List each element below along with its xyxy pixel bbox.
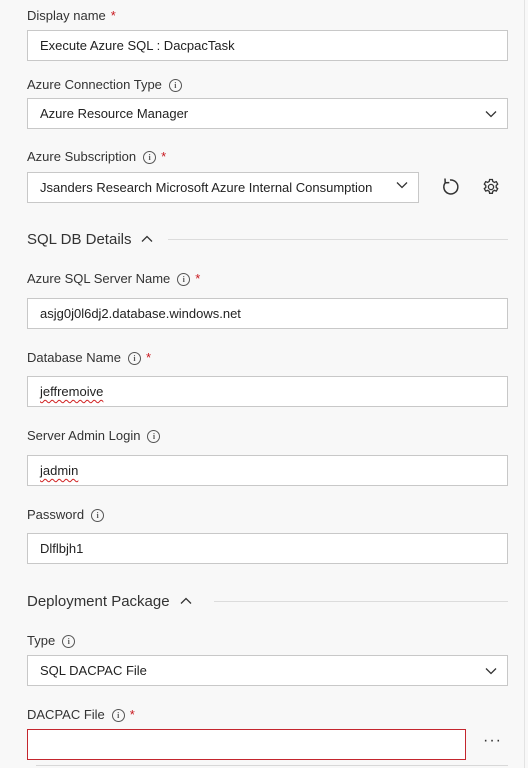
- required-marker: *: [110, 8, 116, 23]
- admin-login-input[interactable]: jadmin: [27, 455, 508, 486]
- section-divider: [214, 601, 508, 602]
- subscription-value: Jsanders Research Microsoft Azure Intern…: [40, 180, 373, 195]
- task-settings-panel: Display name * Execute Azure SQL : Dacpa…: [0, 0, 525, 768]
- refresh-icon[interactable]: [439, 176, 461, 198]
- deployment-package-header[interactable]: Deployment Package: [27, 590, 192, 612]
- browse-button[interactable]: ···: [483, 732, 502, 750]
- info-icon[interactable]: i: [147, 429, 161, 443]
- display-name-value: Execute Azure SQL : DacpacTask: [40, 38, 235, 53]
- server-name-label-text: Azure SQL Server Name: [27, 271, 171, 286]
- info-icon[interactable]: i: [177, 272, 191, 286]
- info-icon[interactable]: i: [127, 351, 141, 365]
- dacpac-file-label: DACPAC File i *: [27, 706, 135, 724]
- subscription-select[interactable]: Jsanders Research Microsoft Azure Intern…: [27, 172, 419, 203]
- subscription-label: Azure Subscription i *: [27, 148, 166, 166]
- display-name-label: Display name *: [27, 7, 116, 25]
- section-divider: [168, 239, 508, 240]
- required-marker: *: [129, 707, 135, 722]
- admin-login-label-text: Server Admin Login: [27, 428, 141, 443]
- database-name-value: jeffremoive: [40, 384, 104, 399]
- display-name-input[interactable]: Execute Azure SQL : DacpacTask: [27, 30, 508, 61]
- gear-icon[interactable]: [481, 177, 501, 197]
- required-marker: *: [161, 149, 167, 164]
- type-select[interactable]: SQL DACPAC File: [27, 655, 508, 686]
- info-icon[interactable]: i: [168, 78, 182, 92]
- connection-type-label: Azure Connection Type i: [27, 76, 182, 94]
- connection-type-select[interactable]: Azure Resource Manager: [27, 98, 508, 129]
- required-marker: *: [195, 271, 201, 286]
- dacpac-file-input[interactable]: [27, 729, 466, 760]
- required-marker: *: [145, 350, 152, 365]
- chevron-up-icon: [180, 597, 192, 604]
- subscription-label-text: Azure Subscription: [27, 149, 137, 164]
- chevron-down-icon: [396, 182, 408, 189]
- bottom-divider: [36, 765, 508, 766]
- chevron-down-icon: [485, 668, 497, 675]
- password-value: Dlflbjh1: [40, 541, 84, 556]
- sql-db-details-title: SQL DB Details: [27, 230, 132, 248]
- info-icon[interactable]: i: [111, 708, 125, 722]
- info-icon[interactable]: i: [91, 508, 105, 522]
- database-name-input[interactable]: jeffremoive: [27, 376, 508, 407]
- database-name-label: Database Name i *: [27, 349, 151, 367]
- chevron-down-icon: [485, 111, 497, 118]
- display-name-label-text: Display name: [27, 8, 106, 23]
- connection-type-value: Azure Resource Manager: [40, 106, 189, 121]
- password-label-text: Password: [27, 507, 85, 522]
- type-label-text: Type: [27, 633, 56, 648]
- deployment-package-title: Deployment Package: [27, 592, 170, 610]
- password-input[interactable]: Dlflbjh1: [27, 533, 508, 564]
- connection-type-label-text: Azure Connection Type: [27, 77, 162, 92]
- sql-db-details-header[interactable]: SQL DB Details: [27, 228, 153, 250]
- info-icon[interactable]: i: [143, 150, 157, 164]
- admin-login-value: jadmin: [40, 463, 79, 478]
- type-value: SQL DACPAC File: [40, 663, 147, 678]
- password-label: Password i: [27, 506, 105, 524]
- dacpac-file-label-text: DACPAC File: [27, 707, 105, 722]
- server-name-label: Azure SQL Server Name i *: [27, 270, 200, 288]
- info-icon[interactable]: i: [62, 634, 76, 648]
- server-name-input[interactable]: asjg0j0l6dj2.database.windows.net: [27, 298, 508, 329]
- type-label: Type i: [27, 632, 76, 650]
- admin-login-label: Server Admin Login i: [27, 427, 161, 445]
- server-name-value: asjg0j0l6dj2.database.windows.net: [40, 306, 241, 321]
- chevron-up-icon: [142, 235, 153, 242]
- database-name-label-text: Database Name: [27, 350, 121, 365]
